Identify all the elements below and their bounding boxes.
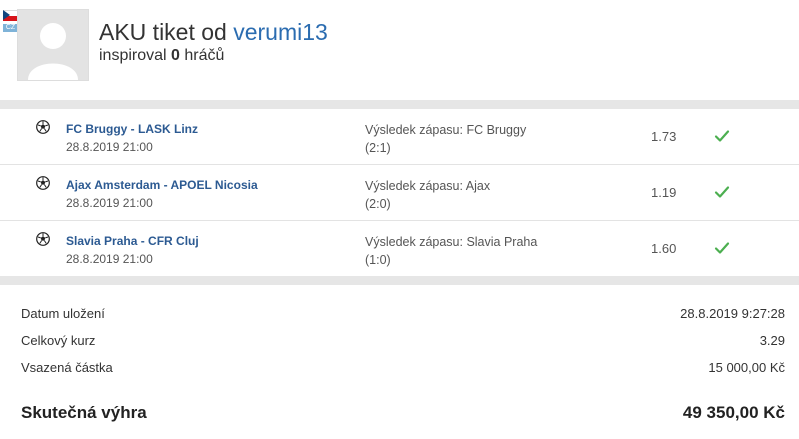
result-text: Výsledek zápasu: Slavia Praha	[365, 235, 538, 249]
match-date: 28.8.2019 21:00	[66, 196, 153, 210]
match-odds: 1.60	[651, 241, 677, 256]
result-text: Výsledek zápasu: FC Bruggy	[365, 123, 527, 137]
divider-band	[0, 100, 799, 109]
stake-label: Vsazená částka	[21, 360, 113, 375]
result-score: (2:1)	[365, 141, 391, 155]
result-text: Výsledek zápasu: Ajax	[365, 179, 491, 193]
match-row: FC Bruggy - LASK Linz 28.8.2019 21:00 Vý…	[0, 109, 799, 165]
inspired-count: 0	[171, 47, 180, 64]
stake-row: Vsazená částka 15 000,00 Kč	[0, 339, 799, 375]
username-link[interactable]: verumi13	[233, 19, 328, 45]
result-score: (1:0)	[365, 253, 391, 267]
match-result: Výsledek zápasu: Ajax (2:0)	[365, 177, 490, 213]
divider-band	[0, 276, 799, 285]
ticket-header: CZ AKU tiket od verumi13 inspiroval 0 hr…	[0, 0, 799, 100]
match-teams-link[interactable]: Slavia Praha - CFR Cluj	[66, 234, 199, 248]
match-row: Ajax Amsterdam - APOEL Nicosia 28.8.2019…	[0, 165, 799, 221]
match-teams-link[interactable]: FC Bruggy - LASK Linz	[66, 122, 198, 136]
match-odds: 1.73	[651, 129, 677, 144]
match-odds: 1.19	[651, 185, 677, 200]
result-score: (2:0)	[365, 197, 391, 211]
country-badge: CZ	[3, 24, 18, 32]
saved-date-row: Datum uložení 28.8.2019 9:27:28	[0, 285, 799, 321]
inspired-suffix: hráčů	[184, 47, 225, 64]
match-date: 28.8.2019 21:00	[66, 140, 153, 154]
stake-value: 15 000,00 Kč	[708, 360, 785, 375]
inspired-count-text: inspiroval 0 hráčů	[99, 47, 224, 65]
actual-win-value: 49 350,00 Kč	[682, 403, 785, 422]
checkmark-icon	[714, 186, 730, 198]
soccer-ball-icon	[36, 176, 50, 190]
match-date: 28.8.2019 21:00	[66, 252, 153, 266]
ticket-summary: Datum uložení 28.8.2019 9:27:28 Celkový …	[0, 285, 799, 375]
match-result: Výsledek zápasu: Slavia Praha (1:0)	[365, 233, 537, 269]
total-odds-row: Celkový kurz 3.29	[0, 312, 799, 348]
checkmark-icon	[714, 130, 730, 142]
match-list: FC Bruggy - LASK Linz 28.8.2019 21:00 Vý…	[0, 109, 799, 276]
soccer-ball-icon	[36, 120, 50, 134]
user-silhouette-icon	[18, 10, 88, 80]
checkmark-icon	[714, 242, 730, 254]
actual-win-label: Skutečná výhra	[21, 403, 147, 422]
avatar[interactable]	[17, 9, 89, 81]
page-title: AKU tiket od verumi13	[99, 19, 328, 46]
match-row: Slavia Praha - CFR Cluj 28.8.2019 21:00 …	[0, 221, 799, 276]
soccer-ball-icon	[36, 232, 50, 246]
title-prefix: AKU tiket od	[99, 19, 227, 45]
inspired-prefix: inspiroval	[99, 47, 167, 64]
czech-flag-icon	[3, 10, 18, 21]
actual-win-row: Skutečná výhra 49 350,00 Kč	[0, 398, 799, 428]
match-teams-link[interactable]: Ajax Amsterdam - APOEL Nicosia	[66, 178, 258, 192]
match-result: Výsledek zápasu: FC Bruggy (2:1)	[365, 121, 526, 157]
